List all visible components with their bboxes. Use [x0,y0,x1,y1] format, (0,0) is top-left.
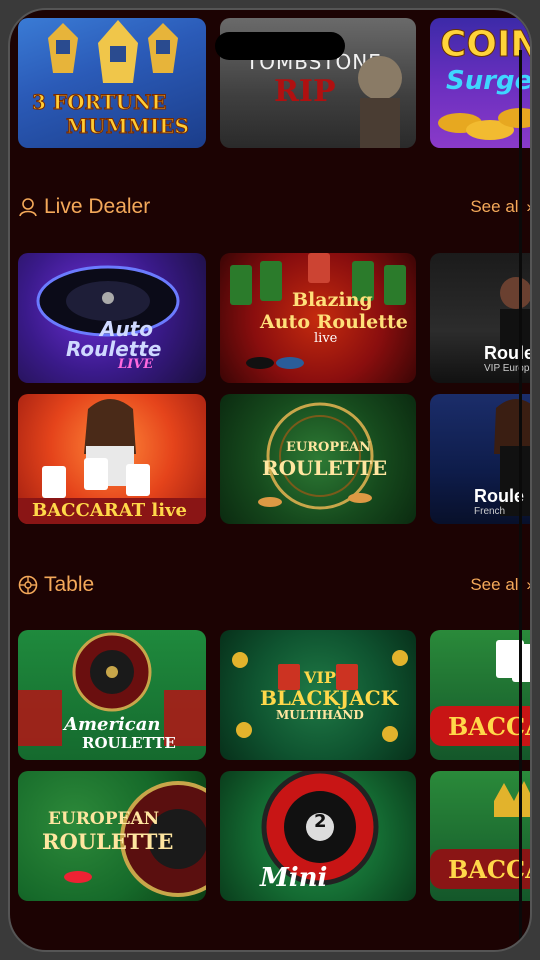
tile-title-line2: 2 [314,811,327,832]
game-tile-roulette-french[interactable]: Roule French [430,394,530,524]
game-tile-american-roulette[interactable]: American ROULETTE [18,630,206,760]
live-dealer-row-2: BACCARAT live EUROPEAN ROULETTE Roule Fr… [18,394,530,524]
game-tile-baccarat-table[interactable]: BACCA [430,630,530,760]
roulette-wheel-icon [18,575,38,595]
see-all-link[interactable]: See all › [470,575,532,595]
tile-title-line1: EUROPEAN [286,440,372,455]
tile-title-line2: ROULETTE [82,734,176,752]
phone-frame: 3 FORTUNE MUMMIES TOMBSTONE RIP COIN Sur… [0,0,540,960]
table-row-2: EUROPEAN ROULETTE 2 Mini BACC [18,771,530,901]
see-all-label: See all [470,197,523,216]
tile-title-line1: BACCARAT live [32,500,187,521]
game-tile-baccarat-crown[interactable]: BACCA [430,771,530,901]
table-row-1: American ROULETTE VIP BLACKJACK MULTIHAN… [18,630,530,760]
see-all-link[interactable]: See all › [470,197,532,217]
tile-title-line1: 3 FORTUNE [32,90,168,115]
game-tile-mini-roulette[interactable]: 2 Mini [220,771,416,901]
tile-title-line3: MULTIHAND [276,708,364,722]
tile-title-line3: live [314,331,338,346]
tile-title-line1: Mini [260,863,328,893]
game-tile-blazing-auto-roulette[interactable]: Blazing Auto Roulette live [220,253,416,383]
tile-title-line2: MUMMIES [66,114,190,139]
section-title: Table [44,573,95,596]
game-tile-auto-roulette[interactable]: Auto Roulette LIVE [18,253,206,383]
scrollbar[interactable] [519,50,522,940]
game-tile-coin-surge[interactable]: COIN Surge [430,18,530,148]
tile-title-line2: Auto Roulette [260,311,408,333]
tile-title-line1: Blazing [292,289,373,311]
tile-title-line2: French [474,506,506,517]
casino-lobby: 3 FORTUNE MUMMIES TOMBSTONE RIP COIN Sur… [18,10,532,950]
tile-title-line1: EUROPEAN [48,809,160,829]
screen: 3 FORTUNE MUMMIES TOMBSTONE RIP COIN Sur… [8,8,532,952]
game-tile-roulette-vip[interactable]: Roule VIP Europ [430,253,532,383]
tile-title-line1: VIP [304,668,336,687]
tile-title-line1: American [64,714,161,735]
section-title: Live Dealer [44,195,151,218]
game-tile-baccarat-live[interactable]: BACCARAT live [18,394,206,524]
tile-title-line2: ROULETTE [42,829,174,854]
tile-title-line1: Roule [474,486,525,506]
tile-title-line1: Roule [484,343,532,363]
game-tile-vip-blackjack-multihand[interactable]: VIP BLACKJACK MULTIHAND [220,630,416,760]
tile-title-line2: BLACKJACK [260,686,399,710]
user-icon [19,198,37,217]
game-tile-european-roulette[interactable]: EUROPEAN ROULETTE [18,771,206,901]
live-dealer-row-1: Auto Roulette LIVE Blazing Auto Roulette… [18,253,532,383]
tile-title-line2: VIP Europ [484,363,530,374]
tile-title-line3: LIVE [118,357,154,372]
game-tile-european-roulette-live[interactable]: EUROPEAN ROULETTE [220,394,416,524]
camera-notch [215,32,345,60]
section-header-table: Table See all › [18,565,532,605]
chevron-right-icon: › [526,575,532,594]
tile-title-line2: ROULETTE [262,456,388,480]
chevron-right-icon: › [526,197,532,216]
game-tile-fortune-mummies[interactable]: 3 FORTUNE MUMMIES [18,18,206,148]
coins-icon [438,108,530,140]
see-all-label: See all [470,575,523,594]
section-header-live-dealer: Live Dealer See all › [18,187,532,227]
